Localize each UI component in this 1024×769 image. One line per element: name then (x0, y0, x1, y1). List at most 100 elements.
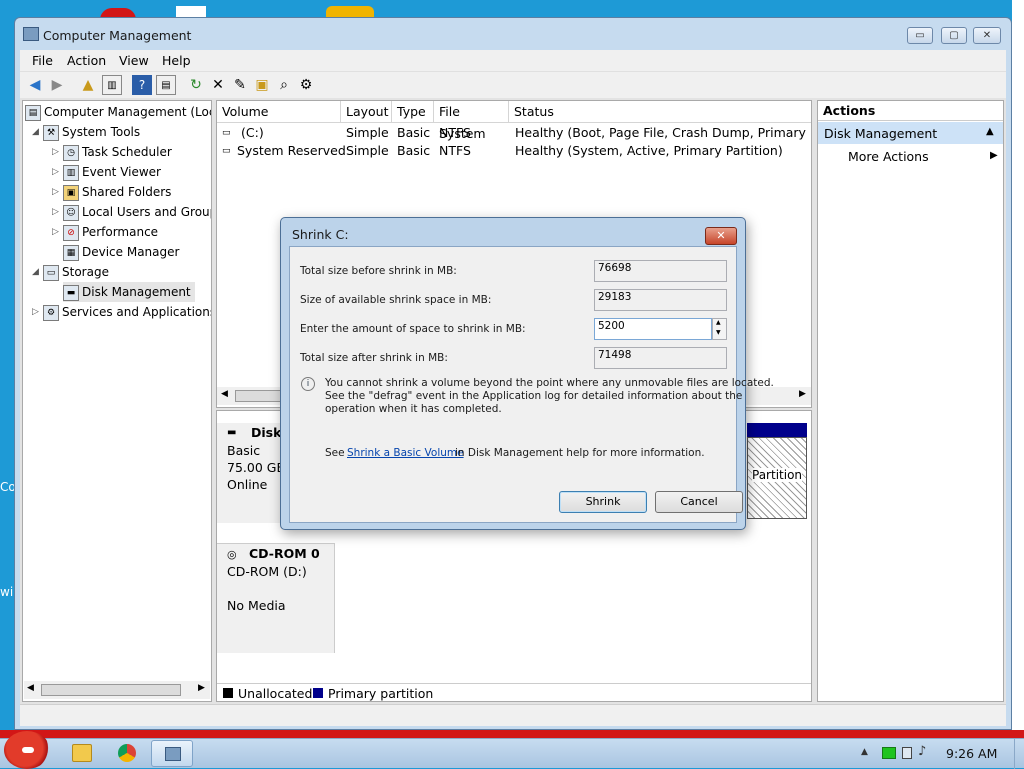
properties-icon[interactable]: ✎ (230, 75, 250, 95)
section-label: Disk Management (824, 126, 938, 141)
menu-view[interactable]: View (119, 53, 149, 68)
scroll-left-arrow-icon[interactable]: ◀ (27, 683, 34, 693)
tree-item-services[interactable]: ⚙ Services and Applications (43, 302, 212, 322)
computer-management-taskbar-button[interactable] (151, 740, 193, 767)
open-folder-icon[interactable]: ▣ (252, 75, 272, 95)
collapse-arrow-icon[interactable]: ▲ (986, 126, 994, 137)
collapse-arrow-icon[interactable]: ◢ (32, 267, 39, 277)
actions-section-disk-management[interactable]: Disk Management ▲ (818, 122, 1003, 144)
tree-label: Task Scheduler (82, 145, 172, 159)
shrink-amount-input[interactable]: 5200 (594, 318, 712, 340)
column-header-status[interactable]: Status (509, 101, 811, 123)
tree-label: Services and Applications (62, 305, 212, 319)
battery-icon[interactable] (882, 747, 896, 759)
cell-type: Basic (397, 125, 431, 140)
column-header-file-system[interactable]: File System (434, 101, 509, 141)
tree-item-system-tools[interactable]: ⚒ System Tools (43, 122, 140, 142)
column-header-volume[interactable]: Volume (217, 101, 341, 123)
expand-arrow-icon[interactable]: ▷ (32, 307, 39, 317)
refresh-icon[interactable]: ↻ (186, 75, 206, 95)
cdrom-info-panel[interactable]: ◎ CD-ROM 0 CD-ROM (D:) No Media (217, 543, 335, 653)
more-actions-item[interactable]: More Actions ▶ (818, 146, 1003, 168)
disk-management-icon: ▬ (63, 284, 79, 301)
primary-partition-bar (747, 423, 807, 437)
cdrom-icon: ◎ (227, 548, 237, 561)
shrink-amount-spinner[interactable]: ▲ ▼ (712, 318, 727, 340)
scroll-thumb[interactable] (235, 390, 285, 402)
scroll-thumb[interactable] (41, 684, 181, 696)
collapse-arrow-icon[interactable]: ◢ (32, 127, 39, 137)
computer-management-icon (165, 747, 181, 761)
expand-arrow-icon[interactable]: ▷ (52, 187, 59, 197)
spin-down-icon[interactable]: ▼ (716, 329, 721, 336)
scroll-right-arrow-icon[interactable]: ▶ (198, 683, 205, 693)
show-hide-tree-icon[interactable]: ▥ (102, 75, 122, 95)
up-folder-icon[interactable]: ▲ (78, 75, 98, 95)
show-hide-action-pane-icon[interactable]: ▤ (156, 75, 176, 95)
search-icon[interactable]: ⌕ (274, 75, 294, 95)
title-bar[interactable]: Computer Management ▭ ▢ ✕ (15, 18, 1011, 50)
cdrom-media: No Media (227, 598, 286, 613)
scroll-left-arrow-icon[interactable]: ◀ (221, 389, 228, 399)
volume-icon[interactable]: ♪ (918, 744, 926, 759)
tree-item-performance[interactable]: ⊘ Performance (63, 222, 158, 242)
delete-icon[interactable]: ✕ (208, 75, 228, 95)
tree-item-shared-folders[interactable]: ▣ Shared Folders (63, 182, 171, 202)
menu-help[interactable]: Help (162, 53, 191, 68)
legend-unallocated-label: Unallocated (238, 686, 313, 701)
show-hidden-icons-arrow-icon[interactable]: ▲ (861, 747, 868, 757)
maximize-button[interactable]: ▢ (941, 27, 967, 44)
column-header-layout[interactable]: Layout (341, 101, 392, 123)
settings-icon[interactable]: ⚙ (296, 75, 316, 95)
explorer-taskbar-icon[interactable] (72, 744, 92, 762)
event-viewer-icon: ▥ (63, 164, 79, 181)
expand-arrow-icon[interactable]: ▷ (52, 227, 59, 237)
cell-status: Healthy (Boot, Page File, Crash Dump, Pr… (515, 125, 812, 140)
cell-volume: (C:) (241, 125, 264, 140)
tree-label: Event Viewer (82, 165, 161, 179)
expand-arrow-icon[interactable]: ▷ (52, 167, 59, 177)
toolbar: ◀ ▶ ▲ ▥ ? ▤ ↻ ✕ ✎ ▣ ⌕ ⚙ (20, 71, 1006, 98)
dialog-close-button[interactable]: ✕ (705, 227, 737, 245)
menu-file[interactable]: File (32, 53, 53, 68)
expand-arrow-icon[interactable]: ▷ (52, 207, 59, 217)
tree-item-local-users[interactable]: ☺ Local Users and Group (63, 202, 211, 222)
disk0-name: Disk (251, 425, 282, 440)
column-header-type[interactable]: Type (392, 101, 434, 123)
cancel-button[interactable]: Cancel (655, 491, 743, 513)
tree-item-disk-management[interactable]: ▬ Disk Management (63, 282, 195, 302)
menu-action[interactable]: Action (67, 53, 106, 68)
shared-folder-icon: ▣ (63, 184, 79, 201)
field-label-total-before: Total size before shrink in MB: (300, 265, 457, 277)
back-arrow-icon[interactable]: ◀ (25, 75, 45, 95)
tree-item-task-scheduler[interactable]: ◷ Task Scheduler (63, 142, 172, 162)
dialog-title: Shrink C: (292, 227, 349, 242)
close-button[interactable]: ✕ (973, 27, 1001, 44)
window-title: Computer Management (43, 28, 192, 43)
start-button[interactable] (4, 731, 50, 769)
spin-up-icon[interactable]: ▲ (716, 319, 721, 326)
tree-horizontal-scrollbar[interactable]: ◀ ▶ (24, 681, 210, 699)
help-link[interactable]: Shrink a Basic Volume (347, 447, 464, 459)
clock-time[interactable]: 9:26 AM (946, 746, 997, 761)
tree-item-storage[interactable]: ▭ Storage (43, 262, 109, 282)
expand-arrow-icon[interactable]: ▷ (52, 147, 59, 157)
minimize-button[interactable]: ▭ (907, 27, 933, 44)
shrink-button[interactable]: Shrink (559, 491, 647, 513)
forward-arrow-icon[interactable]: ▶ (47, 75, 67, 95)
chrome-taskbar-icon[interactable] (118, 744, 136, 762)
help-icon[interactable]: ? (132, 75, 152, 95)
computer-icon: ▤ (25, 104, 41, 121)
info-icon: i (301, 377, 315, 391)
partition-block[interactable]: Partition (747, 437, 807, 519)
available-shrink-value: 29183 (594, 289, 727, 311)
tree-item-device-manager[interactable]: ▦ Device Manager (63, 242, 179, 262)
network-icon[interactable] (902, 747, 912, 759)
show-desktop-button[interactable] (1014, 739, 1024, 769)
table-row[interactable]: ▭ (C:) Simple Basic NTFS Healthy (Boot, … (217, 124, 812, 142)
table-row[interactable]: ▭ System Reserved Simple Basic NTFS Heal… (217, 142, 811, 160)
tree-item-event-viewer[interactable]: ▥ Event Viewer (63, 162, 161, 182)
tree-item-root[interactable]: ▤ Computer Management (Loca (25, 102, 211, 122)
scroll-right-arrow-icon[interactable]: ▶ (799, 389, 806, 399)
legend-primary-swatch (313, 688, 323, 698)
